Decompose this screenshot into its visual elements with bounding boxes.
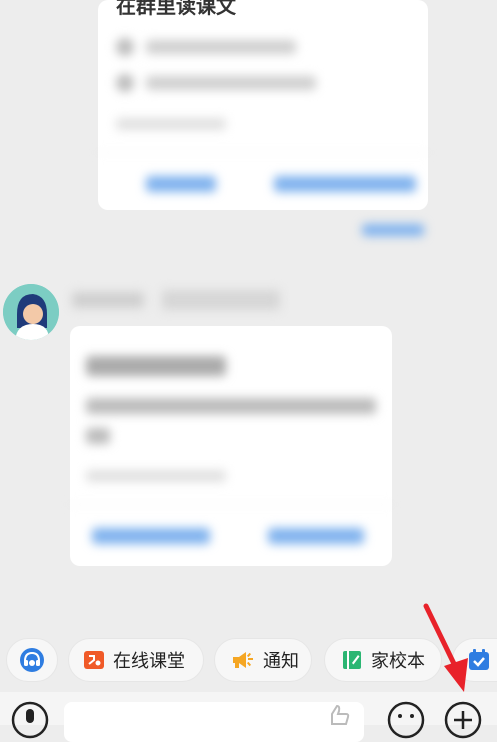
notice-icon (233, 652, 253, 668)
message-input[interactable] (64, 702, 364, 742)
annotation-arrow-icon (423, 603, 468, 692)
checkin-card-action-right[interactable] (268, 528, 364, 544)
emoji-icon[interactable] (386, 700, 426, 740)
voice-icon[interactable] (10, 700, 50, 740)
top-card-link[interactable] (362, 224, 424, 236)
top-card-title: 在群里读课文 (116, 0, 236, 18)
checkin-card-action-left[interactable] (92, 528, 210, 544)
top-message-card: 在群里读课文 (98, 0, 428, 210)
checkin-card (70, 326, 392, 566)
teacher-avatar-icon (3, 284, 59, 340)
homework-book-label: 家校本 (371, 651, 425, 672)
notice-label: 通知 (263, 651, 299, 672)
online-classroom-button[interactable]: 在线课堂 (68, 638, 204, 682)
teacher-avatar[interactable] (3, 284, 59, 340)
top-card-action-right[interactable] (274, 176, 416, 192)
assistant-icon (20, 648, 44, 672)
assistant-button[interactable] (6, 638, 58, 682)
input-bar (0, 692, 497, 742)
thumbs-up-icon[interactable] (326, 704, 352, 726)
plus-icon[interactable] (443, 700, 483, 740)
online-classroom-icon (84, 651, 104, 669)
online-classroom-label: 在线课堂 (113, 651, 185, 672)
homework-book-icon (343, 651, 361, 669)
top-card-action-left[interactable] (146, 176, 216, 192)
notice-button[interactable]: 通知 (214, 638, 312, 682)
